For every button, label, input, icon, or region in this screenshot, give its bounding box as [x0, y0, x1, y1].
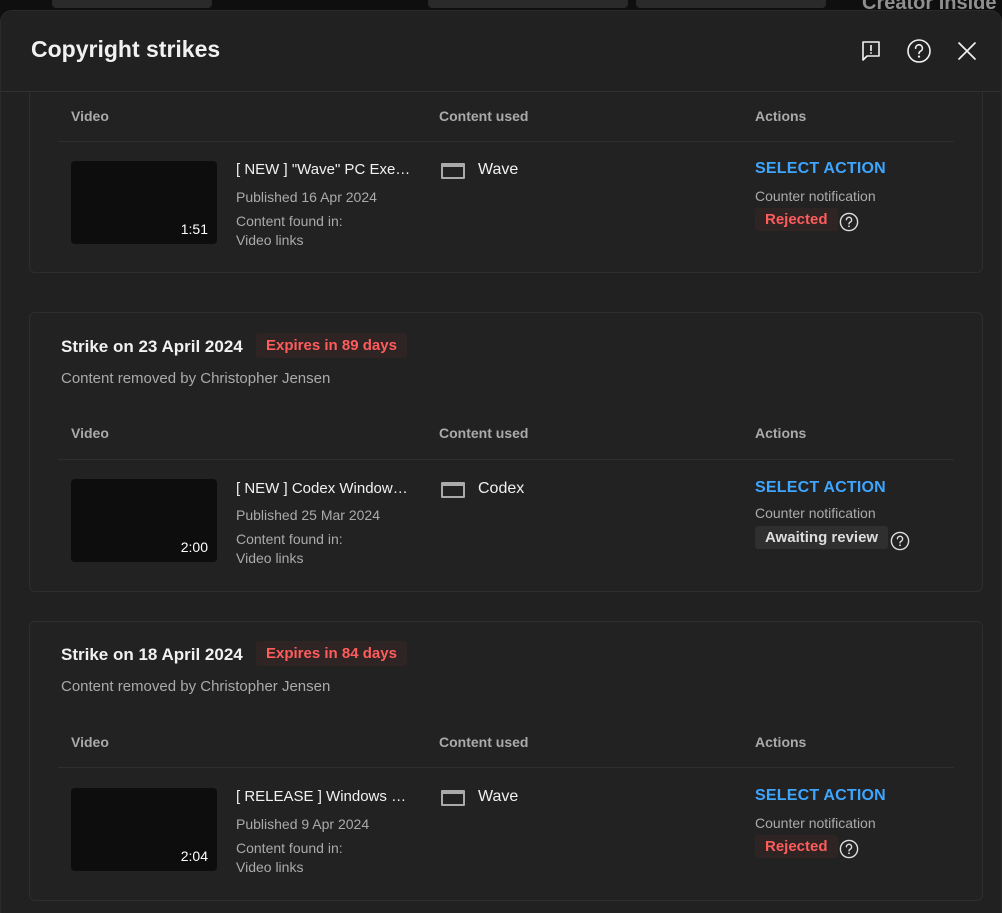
close-icon[interactable] [953, 37, 981, 65]
column-header-content-used: Content used [439, 425, 529, 441]
content-found-label: Content found in: [236, 531, 343, 547]
counter-notification-label: Counter notification [755, 188, 876, 204]
status-badge: Rejected [755, 208, 838, 231]
content-found-label: Content found in: [236, 213, 343, 229]
column-header-actions: Actions [755, 108, 807, 124]
divider [58, 141, 954, 142]
expires-badge: Expires in 89 days [256, 333, 407, 358]
copyright-strikes-dialog: Copyright strikes Video Content used Act… [0, 10, 1002, 913]
status-badge: Rejected [755, 835, 838, 858]
status-badge: Awaiting review [755, 526, 889, 549]
video-published-date: Published 25 Mar 2024 [236, 507, 380, 523]
video-title[interactable]: [ NEW ] Codex Windows Executor [236, 480, 412, 497]
column-header-video: Video [71, 425, 109, 441]
column-header-content-used: Content used [439, 108, 529, 124]
column-header-video: Video [71, 108, 109, 124]
removed-by-text: Content removed by Christopher Jensen [61, 370, 331, 387]
video-published-date: Published 9 Apr 2024 [236, 816, 370, 832]
video-published-date: Published 16 Apr 2024 [236, 189, 377, 205]
background-thumbnail [428, 0, 628, 8]
content-used-name: Codex [478, 480, 525, 497]
counter-notification-label: Counter notification [755, 505, 876, 521]
strikes-list[interactable]: Video Content used Actions 1:51 [ NEW ] … [1, 92, 1001, 913]
strike-title: Strike on 23 April 2024 [61, 337, 243, 356]
content-found-label: Content found in: [236, 840, 343, 856]
strike-card: Video Content used Actions 1:51 [ NEW ] … [29, 92, 983, 273]
content-found-location: Video links [236, 550, 304, 566]
strike-card: Strike on 23 April 2024 Expires in 89 da… [29, 312, 983, 592]
video-title[interactable]: [ NEW ] "Wave" PC Executor [236, 161, 412, 178]
video-thumbnail[interactable]: 1:51 [71, 161, 217, 244]
window-icon [441, 790, 465, 806]
divider [58, 459, 954, 460]
column-header-actions: Actions [755, 734, 807, 750]
content-used-name: Wave [478, 788, 519, 805]
counter-notification-label: Counter notification [755, 815, 876, 831]
video-thumbnail[interactable]: 2:00 [71, 479, 217, 562]
help-icon[interactable] [839, 839, 859, 859]
select-action-button[interactable]: SELECT ACTION [755, 479, 886, 497]
window-icon [441, 482, 465, 498]
select-action-button[interactable]: SELECT ACTION [755, 160, 886, 178]
video-thumbnail[interactable]: 2:04 [71, 788, 217, 871]
dialog-header: Copyright strikes [1, 11, 1001, 92]
video-duration: 1:51 [180, 221, 208, 237]
content-found-location: Video links [236, 232, 304, 248]
background-thumbnail [52, 0, 212, 8]
feedback-icon[interactable] [857, 37, 885, 65]
select-action-button[interactable]: SELECT ACTION [755, 787, 886, 805]
window-icon [441, 163, 465, 179]
divider [58, 767, 954, 768]
help-icon[interactable] [839, 212, 859, 232]
video-duration: 2:04 [180, 848, 208, 864]
content-found-location: Video links [236, 859, 304, 875]
strike-card: Strike on 18 April 2024 Expires in 84 da… [29, 621, 983, 901]
column-header-content-used: Content used [439, 734, 529, 750]
help-icon[interactable] [890, 531, 910, 551]
strike-title: Strike on 18 April 2024 [61, 645, 243, 664]
video-duration: 2:00 [180, 539, 208, 555]
column-header-video: Video [71, 734, 109, 750]
dialog-title: Copyright strikes [31, 36, 221, 62]
removed-by-text: Content removed by Christopher Jensen [61, 678, 331, 695]
column-header-actions: Actions [755, 425, 807, 441]
expires-badge: Expires in 84 days [256, 641, 407, 666]
content-used-name: Wave [478, 161, 519, 178]
background-thumbnail [636, 0, 826, 8]
help-icon[interactable] [905, 37, 933, 65]
video-title[interactable]: [ RELEASE ] Windows Executor [236, 788, 412, 805]
